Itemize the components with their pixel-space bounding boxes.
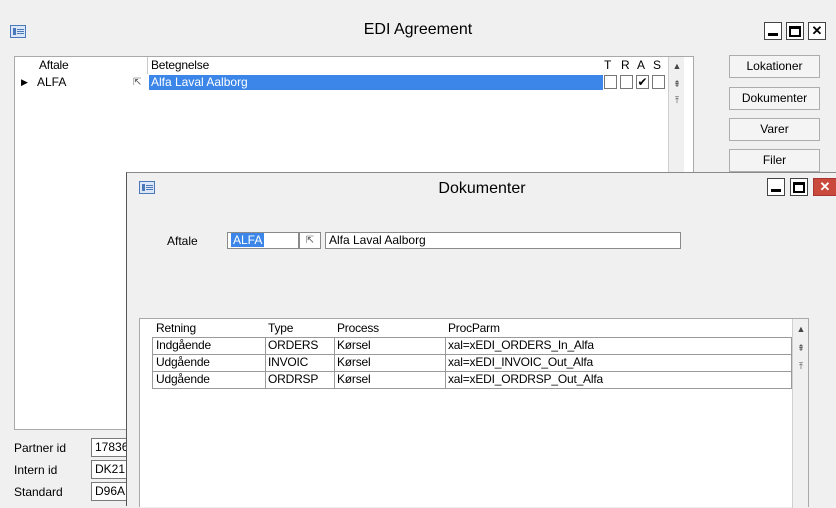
grid-line xyxy=(152,337,792,338)
page-up-icon[interactable]: ⇞ xyxy=(670,77,684,91)
grid-line xyxy=(152,371,792,372)
documents-grid[interactable]: Retning Type Process ProcParm Indgående … xyxy=(139,318,809,508)
column-header-aftale[interactable]: Aftale xyxy=(39,57,69,74)
checkbox-r[interactable] xyxy=(620,75,633,89)
lokationer-button[interactable]: Lokationer xyxy=(729,55,820,78)
varer-button[interactable]: Varer xyxy=(729,118,820,141)
scroll-up-icon[interactable]: ▲ xyxy=(670,59,684,73)
column-header-betegnelse[interactable]: Betegnelse xyxy=(151,57,209,74)
standard-field[interactable]: D96A xyxy=(91,482,131,501)
grid-header-row: Retning Type Process ProcParm xyxy=(140,320,792,337)
scroll-top-icon[interactable]: ⤒ xyxy=(670,93,684,107)
cell-aftale[interactable]: ALFA xyxy=(37,74,66,91)
close-icon[interactable]: ✕ xyxy=(808,22,826,40)
aftale-code-field[interactable]: ALFA xyxy=(227,232,299,249)
edi-title-bar[interactable]: EDI Agreement ✕ xyxy=(0,0,836,44)
intern-id-label: Intern id xyxy=(14,463,58,477)
lookup-icon[interactable]: ⇱ xyxy=(133,74,141,91)
column-header-type[interactable]: Type xyxy=(268,320,293,337)
table-row[interactable]: Indgående ORDERS Kørsel xal=xEDI_ORDERS_… xyxy=(140,337,792,354)
table-row[interactable]: ▶ ALFA ⇱ Alfa Laval Aalborg ✔ xyxy=(15,74,683,91)
table-row[interactable]: Udgående ORDRSP Kørsel xal=xEDI_ORDRSP_O… xyxy=(140,371,792,388)
column-header-procparm[interactable]: ProcParm xyxy=(448,320,500,337)
cell-retning[interactable]: Udgående xyxy=(156,371,210,388)
grid-line xyxy=(152,337,153,389)
intern-id-field[interactable]: DK21 xyxy=(91,460,131,479)
column-divider[interactable] xyxy=(147,57,148,74)
checkbox-s[interactable] xyxy=(652,75,665,89)
grid-line xyxy=(334,337,335,389)
column-header-s[interactable]: S xyxy=(653,57,661,74)
partner-id-label: Partner id xyxy=(14,441,67,455)
filer-button[interactable]: Filer xyxy=(729,149,820,172)
scroll-up-icon[interactable]: ▲ xyxy=(794,322,808,336)
checkbox-a[interactable]: ✔ xyxy=(636,75,649,89)
cell-type[interactable]: ORDERS xyxy=(268,337,318,354)
standard-label: Standard xyxy=(14,485,63,499)
column-header-t[interactable]: T xyxy=(604,57,611,74)
cell-process[interactable]: Kørsel xyxy=(337,354,371,371)
dokumenter-window: Dokumenter ✕ Aftale ALFA ⇱ Alfa Laval Aa… xyxy=(126,172,836,508)
cell-procparm[interactable]: xal=xEDI_ORDRSP_Out_Alfa xyxy=(448,371,603,388)
aftale-name-field[interactable]: Alfa Laval Aalborg xyxy=(325,232,681,249)
lookup-icon[interactable]: ⇱ xyxy=(299,232,321,249)
dok-title-bar[interactable]: Dokumenter ✕ xyxy=(127,173,836,205)
grid-line xyxy=(265,337,266,389)
cell-betegnelse[interactable]: Alfa Laval Aalborg xyxy=(149,75,603,90)
window-title: Dokumenter xyxy=(438,180,526,197)
partner-id-field[interactable]: 17836 xyxy=(91,438,131,457)
cell-procparm[interactable]: xal=xEDI_ORDERS_In_Alfa xyxy=(448,337,594,354)
maximize-icon[interactable] xyxy=(790,178,808,196)
row-pointer-icon: ▶ xyxy=(21,77,28,87)
column-header-r[interactable]: R xyxy=(621,57,630,74)
column-header-retning[interactable]: Retning xyxy=(156,320,196,337)
minimize-icon[interactable] xyxy=(764,22,782,40)
scroll-top-icon[interactable]: ⤒ xyxy=(794,359,808,373)
cell-type[interactable]: INVOIC xyxy=(268,354,308,371)
table-row[interactable]: Udgående INVOIC Kørsel xal=xEDI_INVOIC_O… xyxy=(140,354,792,371)
grid-line xyxy=(152,354,792,355)
dokumenter-button[interactable]: Dokumenter xyxy=(729,87,820,110)
grid-line xyxy=(445,337,446,389)
aftale-label: Aftale xyxy=(167,234,198,248)
grid-line xyxy=(152,388,792,389)
cell-procparm[interactable]: xal=xEDI_INVOIC_Out_Alfa xyxy=(448,354,593,371)
cell-process[interactable]: Kørsel xyxy=(337,337,371,354)
cell-retning[interactable]: Indgående xyxy=(156,337,211,354)
vertical-scrollbar[interactable]: ▲ ⇞ ⤒ xyxy=(792,319,808,508)
column-header-process[interactable]: Process xyxy=(337,320,379,337)
cell-type[interactable]: ORDRSP xyxy=(268,371,318,388)
checkbox-t[interactable] xyxy=(604,75,617,89)
cell-process[interactable]: Kørsel xyxy=(337,371,371,388)
cell-retning[interactable]: Udgående xyxy=(156,354,210,371)
close-icon[interactable]: ✕ xyxy=(813,178,836,196)
aftale-code-value: ALFA xyxy=(231,233,265,247)
minimize-icon[interactable] xyxy=(767,178,785,196)
window-title: EDI Agreement xyxy=(363,21,473,38)
maximize-icon[interactable] xyxy=(786,22,804,40)
column-header-a[interactable]: A xyxy=(637,57,645,74)
page-up-icon[interactable]: ⇞ xyxy=(794,341,808,355)
